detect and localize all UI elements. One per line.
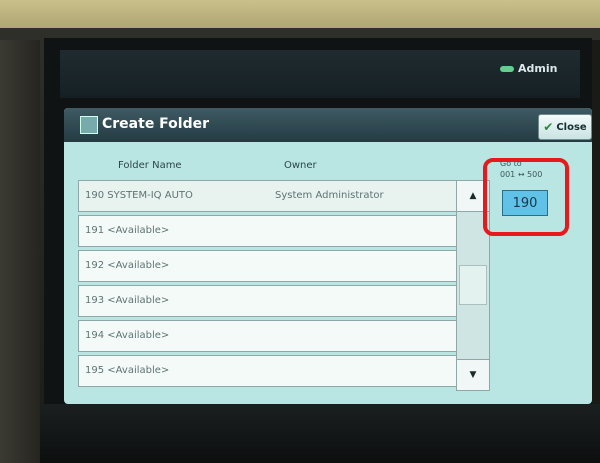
folder-number-name: 195 <Available> bbox=[85, 365, 170, 376]
column-header-folder-name: Folder Name bbox=[118, 160, 182, 171]
folder-row[interactable]: 193 <Available> bbox=[78, 285, 458, 317]
scroll-down-button[interactable]: ▼ bbox=[457, 359, 489, 390]
admin-label: Admin bbox=[518, 62, 558, 75]
folder-row[interactable]: 194 <Available> bbox=[78, 320, 458, 352]
checkmark-icon: ✔ bbox=[543, 120, 554, 134]
folder-row[interactable]: 190 SYSTEM-IQ AUTO System Administrator bbox=[78, 180, 458, 212]
admin-indicator[interactable]: Admin bbox=[500, 62, 557, 75]
folder-number-name: 190 SYSTEM-IQ AUTO bbox=[85, 190, 193, 201]
folder-row[interactable]: 195 <Available> bbox=[78, 355, 458, 387]
close-label: Close bbox=[556, 121, 587, 133]
folder-number-name: 193 <Available> bbox=[85, 295, 170, 306]
folder-tool-icon bbox=[80, 116, 98, 134]
bezel-bottom bbox=[40, 404, 600, 463]
folder-row[interactable]: 191 <Available> bbox=[78, 215, 458, 247]
folder-number-name: 192 <Available> bbox=[85, 260, 170, 271]
bezel-left-edge bbox=[0, 40, 40, 463]
create-folder-dialog: Create Folder ✔ Close Folder Name Owner … bbox=[64, 108, 592, 404]
close-button[interactable]: ✔ Close bbox=[538, 114, 592, 140]
folder-number-name: 191 <Available> bbox=[85, 225, 170, 236]
scrollbar-thumb[interactable] bbox=[459, 265, 487, 305]
triangle-up-icon: ▲ bbox=[469, 191, 477, 201]
red-highlight-annotation bbox=[483, 158, 569, 236]
triangle-down-icon: ▼ bbox=[469, 370, 477, 380]
folder-number-name: 194 <Available> bbox=[85, 330, 170, 341]
admin-key-icon bbox=[500, 65, 514, 72]
dialog-title: Create Folder bbox=[102, 116, 210, 132]
folder-list: 190 SYSTEM-IQ AUTO System Administrator … bbox=[78, 180, 458, 390]
dialog-titlebar: Create Folder ✔ Close bbox=[64, 108, 592, 142]
folder-row[interactable]: 192 <Available> bbox=[78, 250, 458, 282]
folder-owner: System Administrator bbox=[275, 190, 384, 201]
column-header-owner: Owner bbox=[284, 160, 317, 171]
